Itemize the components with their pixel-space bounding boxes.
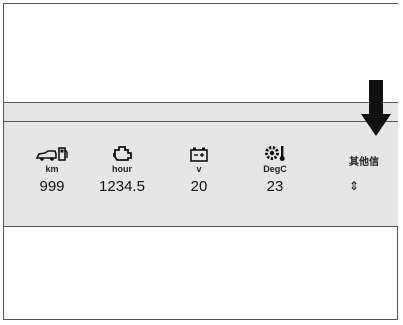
other-info-label[interactable]: 其他信 [349, 153, 379, 168]
top-display-area [4, 4, 398, 102]
odometer-value: 999 [39, 178, 65, 195]
odometer-item[interactable]: km 999 [22, 140, 82, 195]
temperature-value: 23 [266, 178, 284, 195]
battery-voltage-unit: v [196, 164, 202, 174]
panel-header-strip [4, 103, 398, 122]
down-arrow-icon [361, 80, 391, 145]
status-row: km 999 hour 1234.5 v 20 DegC 23 其他信 ⇕ [4, 122, 398, 228]
temperature-unit: DegC [263, 164, 287, 174]
battery-voltage-item[interactable]: v 20 [169, 140, 229, 195]
engine-hours-unit: hour [112, 164, 132, 174]
battery-voltage-value: 20 [190, 178, 208, 195]
battery-icon [169, 140, 229, 162]
vehicle-fuel-icon [22, 140, 82, 162]
odometer-unit: km [45, 164, 59, 174]
engine-hours-value: 1234.5 [99, 178, 145, 195]
engine-hours-item[interactable]: hour 1234.5 [92, 140, 152, 195]
status-panel: km 999 hour 1234.5 v 20 DegC 23 其他信 ⇕ [4, 102, 398, 227]
engine-icon [92, 140, 152, 162]
gear-temperature-icon [245, 140, 305, 162]
temperature-item[interactable]: DegC 23 [245, 140, 305, 195]
scroll-indicator[interactable]: ⇕ [349, 180, 359, 192]
